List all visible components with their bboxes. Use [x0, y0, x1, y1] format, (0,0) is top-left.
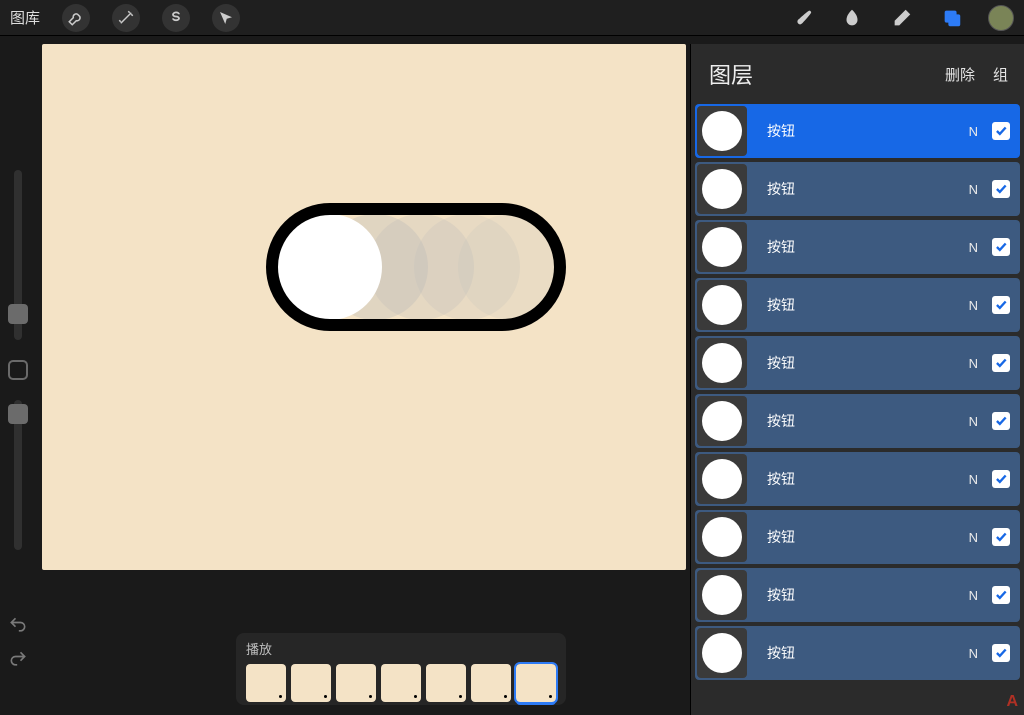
layer-blend-mode[interactable]: N: [969, 124, 978, 139]
layer-name: 按钮: [767, 585, 969, 605]
wand-icon[interactable]: [112, 4, 140, 32]
layer-blend-mode[interactable]: N: [969, 588, 978, 603]
layer-thumbnail: [697, 570, 747, 620]
modifier-button[interactable]: [8, 360, 28, 380]
brush-icon[interactable]: [788, 4, 816, 32]
layer-row[interactable]: 按钮N: [695, 394, 1020, 448]
timeline-frame[interactable]: [291, 664, 331, 702]
layer-name: 按钮: [767, 121, 969, 141]
layer-row[interactable]: 按钮N: [695, 162, 1020, 216]
layer-visibility-checkbox[interactable]: [992, 644, 1010, 662]
layer-thumbnail: [697, 106, 747, 156]
layer-thumbnail: [697, 338, 747, 388]
layer-thumbnail: [697, 512, 747, 562]
timeline-frame[interactable]: [471, 664, 511, 702]
s-icon[interactable]: [162, 4, 190, 32]
layer-row[interactable]: 按钮N: [695, 278, 1020, 332]
toggle-outline-shape: [266, 203, 566, 331]
layers-group-button[interactable]: 组: [993, 64, 1008, 85]
canvas[interactable]: [42, 44, 686, 570]
layers-delete-button[interactable]: 删除: [945, 64, 975, 85]
layer-blend-mode[interactable]: N: [969, 240, 978, 255]
timeline-frame[interactable]: [336, 664, 376, 702]
brush-size-handle[interactable]: [8, 304, 28, 324]
timeline-title: 播放: [246, 639, 556, 658]
layer-thumbnail: [697, 396, 747, 446]
gallery-button[interactable]: 图库: [10, 7, 40, 28]
undo-redo-group: [8, 615, 28, 669]
watermark: A: [1006, 693, 1018, 711]
layers-panel: 图层 删除 组 按钮N按钮N按钮N按钮N按钮N按钮N按钮N按钮N按钮N按钮N: [690, 44, 1024, 715]
layer-row[interactable]: 按钮N: [695, 510, 1020, 564]
layer-thumbnail: [697, 222, 747, 272]
wrench-icon[interactable]: [62, 4, 90, 32]
layer-thumbnail: [697, 628, 747, 678]
layer-visibility-checkbox[interactable]: [992, 122, 1010, 140]
animation-timeline: 播放: [236, 633, 566, 705]
layer-visibility-checkbox[interactable]: [992, 238, 1010, 256]
layer-name: 按钮: [767, 237, 969, 257]
brush-size-slider[interactable]: [14, 170, 22, 340]
layer-name: 按钮: [767, 411, 969, 431]
layer-blend-mode[interactable]: N: [969, 472, 978, 487]
layer-row[interactable]: 按钮N: [695, 626, 1020, 680]
layer-thumbnail: [697, 164, 747, 214]
layers-panel-title: 图层: [709, 58, 753, 90]
layer-blend-mode[interactable]: N: [969, 530, 978, 545]
layer-visibility-checkbox[interactable]: [992, 412, 1010, 430]
layer-blend-mode[interactable]: N: [969, 182, 978, 197]
layer-thumbnail: [697, 280, 747, 330]
timeline-frame[interactable]: [381, 664, 421, 702]
layer-name: 按钮: [767, 295, 969, 315]
layer-name: 按钮: [767, 527, 969, 547]
timeline-frame[interactable]: [516, 664, 556, 702]
layer-blend-mode[interactable]: N: [969, 414, 978, 429]
timeline-frame[interactable]: [426, 664, 466, 702]
layer-name: 按钮: [767, 643, 969, 663]
color-swatch[interactable]: [988, 5, 1014, 31]
layers-icon[interactable]: [938, 4, 966, 32]
top-toolbar: 图库: [0, 0, 1024, 36]
timeline-frames-row: [246, 664, 556, 702]
layer-visibility-checkbox[interactable]: [992, 586, 1010, 604]
eraser-icon[interactable]: [888, 4, 916, 32]
layer-name: 按钮: [767, 179, 969, 199]
layer-blend-mode[interactable]: N: [969, 298, 978, 313]
left-slider-bar: [6, 170, 30, 640]
redo-icon[interactable]: [8, 649, 28, 669]
layer-visibility-checkbox[interactable]: [992, 528, 1010, 546]
brush-opacity-slider[interactable]: [14, 400, 22, 550]
layer-row[interactable]: 按钮N: [695, 336, 1020, 390]
layer-name: 按钮: [767, 353, 969, 373]
undo-icon[interactable]: [8, 615, 28, 635]
layer-blend-mode[interactable]: N: [969, 646, 978, 661]
cursor-icon[interactable]: [212, 4, 240, 32]
layer-visibility-checkbox[interactable]: [992, 180, 1010, 198]
brush-opacity-handle[interactable]: [8, 404, 28, 424]
layer-visibility-checkbox[interactable]: [992, 354, 1010, 372]
layer-row[interactable]: 按钮N: [695, 104, 1020, 158]
layer-visibility-checkbox[interactable]: [992, 470, 1010, 488]
layer-row[interactable]: 按钮N: [695, 452, 1020, 506]
timeline-frame[interactable]: [246, 664, 286, 702]
smudge-icon[interactable]: [838, 4, 866, 32]
layer-name: 按钮: [767, 469, 969, 489]
layer-row[interactable]: 按钮N: [695, 220, 1020, 274]
layer-row[interactable]: 按钮N: [695, 568, 1020, 622]
layer-visibility-checkbox[interactable]: [992, 296, 1010, 314]
layer-thumbnail: [697, 454, 747, 504]
layer-blend-mode[interactable]: N: [969, 356, 978, 371]
